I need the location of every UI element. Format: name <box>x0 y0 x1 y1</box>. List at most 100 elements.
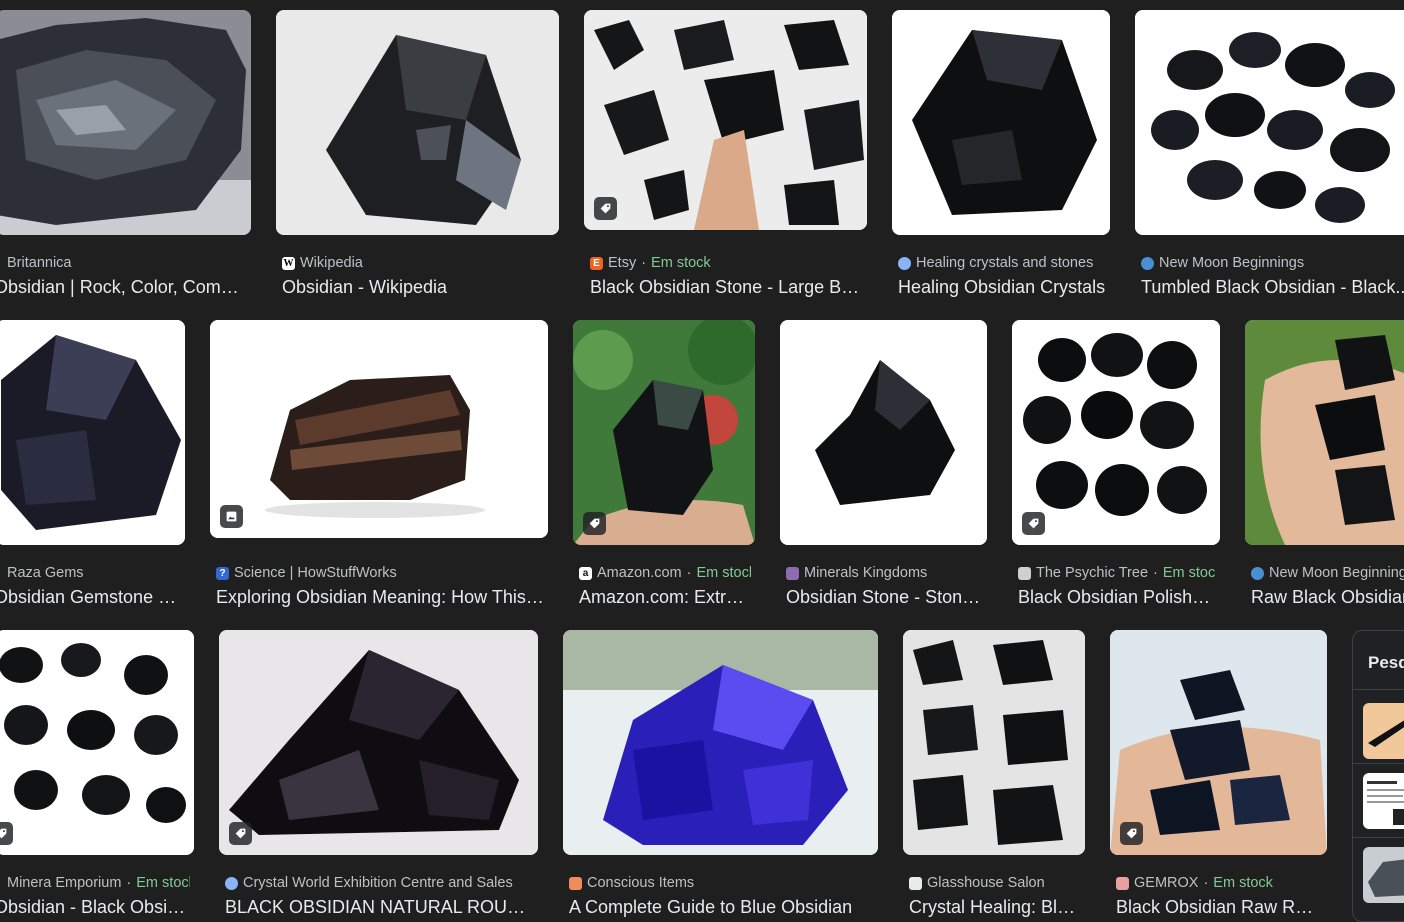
result-title[interactable]: Black Obsidian Polished Tumble <box>1018 587 1216 608</box>
related-search-thumb[interactable] <box>1363 773 1404 829</box>
result-image[interactable] <box>892 10 1110 235</box>
image-icon <box>220 505 243 528</box>
mahogany-obsidian-image <box>210 320 548 538</box>
source-favicon <box>786 566 799 580</box>
obsidian-pieces-image <box>903 630 1085 855</box>
source-favicon <box>1251 566 1264 580</box>
result-card[interactable]: The Psychic Tree · Em stock Black Obsidi… <box>1012 320 1220 610</box>
result-title[interactable]: Black Obsidian Raw Rough <box>1116 897 1323 918</box>
result-source: Crystal World Exhibition Centre and Sale… <box>225 875 534 891</box>
result-title[interactable]: BLACK OBSIDIAN NATURAL ROUGH <box>225 897 534 918</box>
result-source: New Moon Beginnings <box>1251 565 1404 581</box>
result-image[interactable] <box>0 630 194 855</box>
result-title[interactable]: Amazon.com: Extra Large Obsidian <box>579 587 751 608</box>
obsidian-chunk-image <box>780 320 987 545</box>
blue-obsidian-image <box>563 630 878 855</box>
result-title[interactable]: Obsidian - Wikipedia <box>282 277 555 298</box>
result-image[interactable] <box>584 10 867 230</box>
divider <box>1353 763 1404 764</box>
result-card[interactable]: Minerals Kingdoms Obsidian Stone - Stone… <box>780 320 987 610</box>
result-card[interactable]: a Amazon.com · Em stock Amazon.com: Extra… <box>573 320 755 610</box>
result-card[interactable]: Minera Emporium · Em stock Obsidian - Bl… <box>0 630 194 920</box>
source-favicon <box>225 876 238 890</box>
related-search-thumb[interactable] <box>1363 703 1404 759</box>
source-favicon <box>1141 256 1154 270</box>
source-favicon <box>569 876 582 890</box>
result-image[interactable] <box>0 10 251 235</box>
obsidian-chunk-image <box>892 10 1110 235</box>
result-title[interactable]: Obsidian - Black Obsidian Tumbled <box>0 897 190 918</box>
result-source: The Psychic Tree · Em stock <box>1018 565 1216 581</box>
result-card[interactable]: GEMROX · Em stock Black Obsidian Raw Rou… <box>1110 630 1327 920</box>
result-image[interactable] <box>1012 320 1220 545</box>
result-title[interactable]: Obsidian Gemstone Meaning <box>0 587 181 608</box>
result-image[interactable] <box>573 320 755 545</box>
result-title[interactable]: A Complete Guide to Blue Obsidian <box>569 897 874 918</box>
result-card[interactable]: New Moon Beginnings Tumbled Black Obsidi… <box>1135 10 1404 300</box>
result-card[interactable]: Conscious Items A Complete Guide to Blue… <box>563 630 878 920</box>
result-title[interactable]: Exploring Obsidian Meaning: How This Vol… <box>216 587 544 608</box>
tumbled-stones-image <box>1012 320 1220 545</box>
related-searches-panel: Pesquisas relacionadas <box>1352 630 1404 922</box>
etsy-icon: E <box>590 256 603 270</box>
result-card[interactable]: Britannica Obsidian | Rock, Color, Compo… <box>0 10 251 300</box>
result-source: New Moon Beginnings <box>1141 255 1404 271</box>
result-title[interactable]: Crystal Healing: Black Obsidian <box>909 897 1081 918</box>
result-card[interactable]: Raza Gems Obsidian Gemstone Meaning <box>0 320 185 610</box>
result-image[interactable] <box>903 630 1085 855</box>
shopping-tag-icon <box>594 197 617 220</box>
result-source: Glasshouse Salon <box>909 875 1081 891</box>
shopping-tag-icon <box>0 822 13 845</box>
rock-image <box>1368 859 1404 897</box>
result-image[interactable] <box>210 320 548 538</box>
result-title[interactable]: Healing Obsidian Crystals <box>898 277 1106 298</box>
text-document-image <box>1367 781 1404 825</box>
result-source: Raza Gems <box>7 565 84 581</box>
result-image[interactable] <box>780 320 987 545</box>
result-title[interactable]: Black Obsidian Stone - Large Black Obsid… <box>590 277 863 298</box>
result-image[interactable] <box>1110 630 1327 855</box>
result-source: Britannica <box>7 255 72 271</box>
result-card[interactable]: Glasshouse Salon Crystal Healing: Black … <box>903 630 1085 920</box>
source-favicon <box>898 256 911 270</box>
result-card[interactable]: E Etsy · Em stock Black Obsidian Stone - … <box>584 10 867 300</box>
result-source: Conscious Items <box>569 875 874 891</box>
obsidian-chunk-image <box>276 10 559 235</box>
result-card[interactable]: Crystal World Exhibition Centre and Sale… <box>219 630 538 920</box>
result-source: a Amazon.com · Em stock <box>579 565 751 581</box>
result-image[interactable] <box>0 320 185 545</box>
result-card[interactable]: W Wikipedia Obsidian - Wikipedia <box>276 10 559 300</box>
obsidian-chunk-image <box>219 630 538 855</box>
result-source: ? Science | HowStuffWorks <box>216 565 544 581</box>
result-image[interactable] <box>1245 320 1404 545</box>
shopping-tag-icon <box>1022 512 1045 535</box>
obsidian-hand-garden-image <box>1245 320 1404 545</box>
result-source: E Etsy · Em stock <box>590 255 863 271</box>
result-source: Minera Emporium · Em stock <box>2 875 190 891</box>
result-card[interactable]: New Moon Beginnings Raw Black Obsidian <box>1245 320 1404 610</box>
result-image[interactable] <box>276 10 559 235</box>
result-image[interactable] <box>563 630 878 855</box>
result-source: Minerals Kingdoms <box>786 565 983 581</box>
amazon-icon: a <box>579 566 592 580</box>
result-source: W Wikipedia <box>282 255 363 271</box>
result-title[interactable]: Raw Black Obsidian <box>1251 587 1404 608</box>
result-title[interactable]: Obsidian Stone - Stone Properties <box>786 587 983 608</box>
wikipedia-icon: W <box>282 256 295 270</box>
divider <box>1353 689 1404 690</box>
result-title[interactable]: Tumbled Black Obsidian - Black... <box>1141 277 1404 298</box>
divider <box>1353 837 1404 838</box>
result-card[interactable]: Healing crystals and stones Healing Obsi… <box>892 10 1110 300</box>
result-image[interactable] <box>1135 10 1404 235</box>
related-search-thumb[interactable] <box>1363 847 1404 903</box>
related-searches-title: Pesquisas relacionadas <box>1368 653 1404 672</box>
obsidian-pieces-hand-image <box>584 10 867 230</box>
tumbled-stones-image <box>0 630 194 855</box>
result-title[interactable]: Obsidian | Rock, Color, Composition... <box>0 277 247 298</box>
result-card[interactable]: ? Science | HowStuffWorks Exploring Obsid… <box>210 320 548 610</box>
stock-status: Em stock <box>696 565 751 581</box>
tumbled-stones-image <box>1135 10 1404 235</box>
result-image[interactable] <box>219 630 538 855</box>
stock-status: Em stock <box>651 255 711 271</box>
obsidian-chunk-image <box>0 320 185 545</box>
